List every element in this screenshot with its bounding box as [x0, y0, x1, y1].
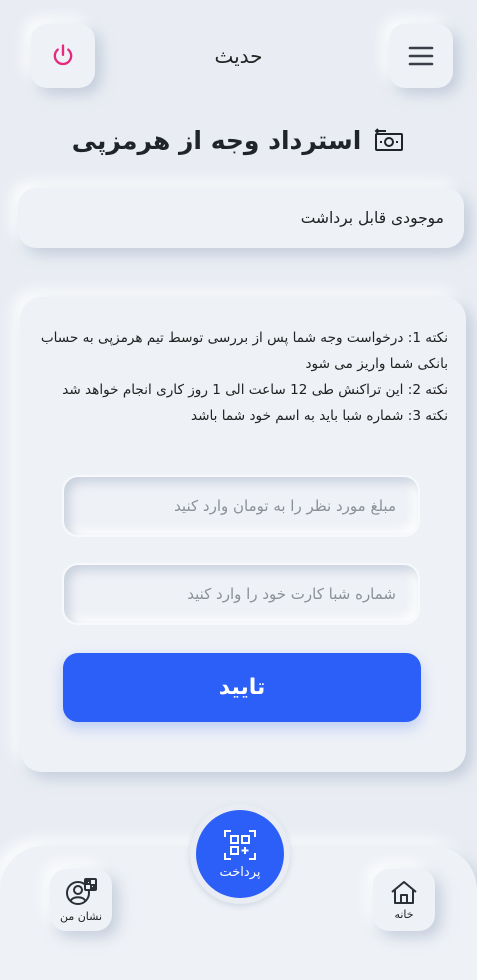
page-heading: استرداد وجه از هرمزپی	[0, 126, 477, 155]
money-refund-icon	[374, 127, 404, 151]
note-1: نکته 1: درخواست وجه شما پس از بررسی توسط…	[40, 330, 448, 372]
note-3: نکته 3: شماره شبا باید به اسم خود شما با…	[191, 408, 448, 424]
note-2: نکته 2: این تراکنش طی 12 ساعت الی 1 روز …	[62, 382, 448, 398]
pay-button[interactable]: پرداخت	[196, 810, 284, 898]
profile-qr-icon	[66, 878, 97, 905]
refund-form-card: نکته 1: درخواست وجه شما پس از بررسی توسط…	[20, 297, 466, 772]
amount-input[interactable]	[64, 477, 418, 535]
nav-home[interactable]: خانه	[373, 869, 435, 931]
balance-label: موجودی قابل برداشت	[300, 209, 444, 227]
sheba-input[interactable]	[64, 565, 418, 623]
home-icon	[391, 881, 417, 904]
nav-my-sign-label: نشان من	[59, 910, 103, 923]
nav-home-label: خانه	[394, 908, 414, 921]
nav-my-sign[interactable]: نشان من	[50, 869, 112, 931]
qr-scan-icon	[224, 829, 256, 860]
sheba-field-wrapper	[62, 563, 420, 625]
amount-field-wrapper	[62, 475, 420, 537]
menu-button[interactable]	[389, 24, 453, 88]
pay-label: پرداخت	[219, 864, 261, 880]
page-title: استرداد وجه از هرمزپی	[71, 126, 362, 155]
withdrawable-balance: موجودی قابل برداشت	[18, 188, 464, 248]
notes: نکته 1: درخواست وجه شما پس از بررسی توسط…	[36, 325, 448, 429]
submit-button[interactable]: تایید	[63, 653, 421, 722]
hamburger-menu-icon	[408, 46, 434, 66]
